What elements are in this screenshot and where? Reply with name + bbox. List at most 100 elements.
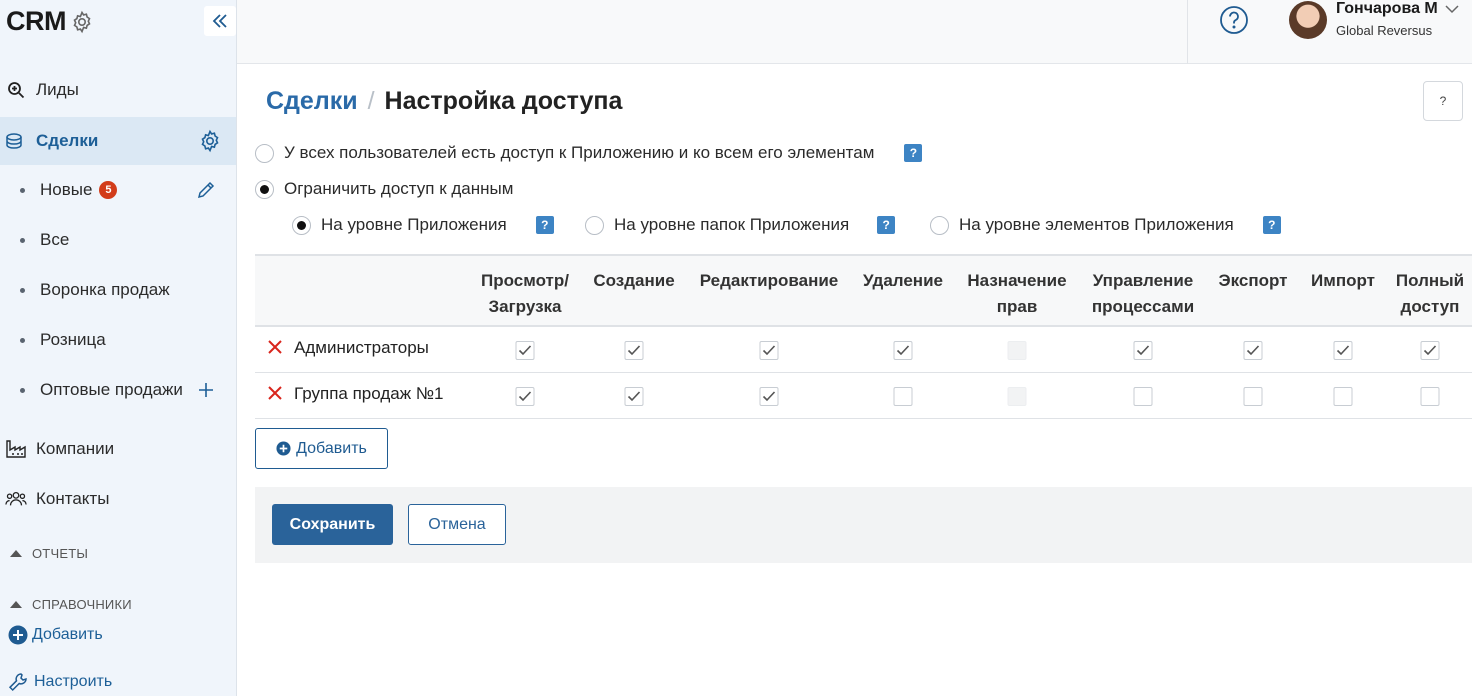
coins-stack-icon bbox=[5, 130, 27, 152]
permission-checkbox[interactable] bbox=[893, 341, 913, 360]
sidebar-item-deals[interactable]: Сделки bbox=[0, 117, 236, 165]
cancel-button[interactable]: Отмена bbox=[408, 504, 506, 545]
sidebar-add-label: Добавить bbox=[32, 626, 103, 643]
permission-checkbox[interactable] bbox=[515, 387, 535, 406]
user-name[interactable]: Гончарова М bbox=[1336, 0, 1438, 18]
plus-icon[interactable] bbox=[198, 382, 214, 398]
radio-level-elements[interactable]: На уровне элементов Приложения ? bbox=[930, 215, 1281, 235]
checkmark-icon bbox=[1336, 345, 1350, 356]
permission-checkbox[interactable] bbox=[515, 341, 535, 360]
breadcrumb-parent-link[interactable]: Сделки bbox=[266, 87, 358, 116]
sidebar-item-contacts[interactable]: Контакты bbox=[0, 477, 236, 521]
section-references[interactable]: СПРАВОЧНИКИ bbox=[10, 597, 132, 612]
group-name: Администраторы bbox=[294, 338, 429, 357]
help-badge-icon[interactable]: ? bbox=[535, 216, 554, 234]
permission-checkbox[interactable] bbox=[624, 341, 644, 360]
sidebar-item-leads[interactable]: Лиды bbox=[0, 68, 236, 112]
sidebar-configure-link[interactable]: Настроить bbox=[8, 672, 112, 692]
help-circle-icon[interactable] bbox=[1219, 5, 1249, 35]
sidebar-subitem-all[interactable]: Все bbox=[0, 220, 236, 260]
radio-label: У всех пользователей есть доступ к Прило… bbox=[284, 143, 875, 162]
user-organization: Global Reversus bbox=[1336, 23, 1433, 38]
permission-checkbox[interactable] bbox=[1333, 341, 1353, 360]
radio-label: На уровне Приложения bbox=[321, 215, 507, 234]
permission-checkbox[interactable] bbox=[893, 387, 913, 406]
sidebar-subitem-wholesale[interactable]: Оптовые продажи bbox=[0, 370, 236, 410]
permission-checkbox[interactable] bbox=[1420, 341, 1440, 360]
radio-label: На уровне элементов Приложения bbox=[959, 215, 1234, 234]
checkmark-icon bbox=[627, 345, 641, 356]
sidebar-item-label: Контакты bbox=[36, 489, 110, 508]
sidebar-add-link[interactable]: Добавить bbox=[8, 625, 103, 645]
section-reports[interactable]: ОТЧЕТЫ bbox=[10, 546, 88, 561]
table-row: Администраторы bbox=[255, 327, 1472, 373]
sidebar-subitem-new[interactable]: Новые 5 bbox=[0, 170, 236, 210]
permission-checkbox[interactable] bbox=[1133, 387, 1153, 406]
permission-checkbox[interactable] bbox=[1420, 387, 1440, 406]
chevron-down-icon[interactable] bbox=[1445, 4, 1459, 14]
divider bbox=[1187, 0, 1188, 64]
people-icon bbox=[5, 488, 27, 510]
checkmark-icon bbox=[762, 391, 776, 402]
permission-checkbox[interactable] bbox=[759, 341, 779, 360]
permission-checkbox[interactable] bbox=[1333, 387, 1353, 406]
radio-level-app[interactable]: На уровне Приложения ? bbox=[292, 215, 554, 235]
checkmark-icon bbox=[1246, 345, 1260, 356]
remove-x-icon[interactable] bbox=[267, 385, 283, 401]
gear-icon[interactable] bbox=[70, 10, 94, 34]
help-button[interactable]: ? bbox=[1423, 81, 1463, 121]
plus-circle-icon bbox=[276, 441, 291, 456]
sidebar-subitem-funnel[interactable]: Воронка продаж bbox=[0, 270, 236, 310]
remove-x-icon[interactable] bbox=[267, 339, 283, 355]
radio-label: На уровне папок Приложения bbox=[614, 215, 850, 234]
radio-restrict-access[interactable]: Ограничить доступ к данным bbox=[255, 179, 513, 199]
permission-checkbox[interactable] bbox=[759, 387, 779, 406]
checkmark-icon bbox=[762, 345, 776, 356]
bullet bbox=[20, 287, 25, 293]
permission-checkbox[interactable] bbox=[1243, 387, 1263, 406]
radio-button[interactable] bbox=[292, 215, 311, 235]
app-logo[interactable]: CRM bbox=[6, 6, 94, 37]
pencil-icon[interactable] bbox=[196, 180, 216, 200]
radio-button[interactable] bbox=[255, 179, 274, 199]
sidebar-item-label: Сделки bbox=[36, 131, 99, 150]
collapse-sidebar-button[interactable] bbox=[204, 6, 236, 36]
radio-level-folders[interactable]: На уровне папок Приложения ? bbox=[585, 215, 896, 235]
radio-button[interactable] bbox=[930, 215, 949, 235]
column-header-create: Создание bbox=[593, 271, 675, 290]
sidebar-item-label: Лиды bbox=[36, 80, 79, 99]
gear-icon[interactable] bbox=[198, 129, 222, 153]
page-title: Настройка доступа bbox=[384, 87, 623, 115]
help-badge-icon[interactable]: ? bbox=[1262, 216, 1281, 234]
permission-checkbox[interactable] bbox=[624, 387, 644, 406]
permission-checkbox[interactable] bbox=[1133, 341, 1153, 360]
form-footer: Сохранить Отмена bbox=[255, 487, 1472, 563]
checkmark-icon bbox=[518, 391, 532, 402]
permission-checkbox[interactable] bbox=[1243, 341, 1263, 360]
help-badge-icon[interactable]: ? bbox=[877, 216, 896, 234]
factory-icon bbox=[5, 438, 27, 460]
sidebar-item-label: Компании bbox=[36, 439, 115, 458]
wrench-icon bbox=[8, 673, 27, 692]
column-header-import: Импорт bbox=[1311, 271, 1375, 290]
sidebar-subitem-retail[interactable]: Розница bbox=[0, 320, 236, 360]
permission-checkbox bbox=[1007, 387, 1027, 406]
help-badge-icon[interactable]: ? bbox=[904, 144, 923, 162]
radio-button[interactable] bbox=[585, 215, 604, 235]
table-header: Просмотр/Загрузка Создание Редактировани… bbox=[255, 254, 1472, 327]
bullet bbox=[20, 237, 25, 243]
double-chevron-left-icon bbox=[212, 14, 227, 28]
bullet bbox=[20, 187, 25, 193]
column-header-export: Экспорт bbox=[1218, 271, 1288, 290]
section-label: СПРАВОЧНИКИ bbox=[32, 597, 132, 612]
radio-button[interactable] bbox=[255, 143, 274, 163]
section-label: ОТЧЕТЫ bbox=[32, 546, 89, 561]
radio-all-users[interactable]: У всех пользователей есть доступ к Прило… bbox=[255, 143, 923, 163]
add-group-button[interactable]: Добавить bbox=[255, 428, 388, 469]
breadcrumb: Сделки / Настройка доступа bbox=[266, 87, 622, 116]
column-header-view: Просмотр/Загрузка bbox=[481, 271, 569, 316]
save-button[interactable]: Сохранить bbox=[272, 504, 393, 545]
bullet bbox=[20, 387, 25, 393]
sidebar-item-companies[interactable]: Компании bbox=[0, 427, 236, 471]
avatar[interactable] bbox=[1289, 1, 1327, 39]
